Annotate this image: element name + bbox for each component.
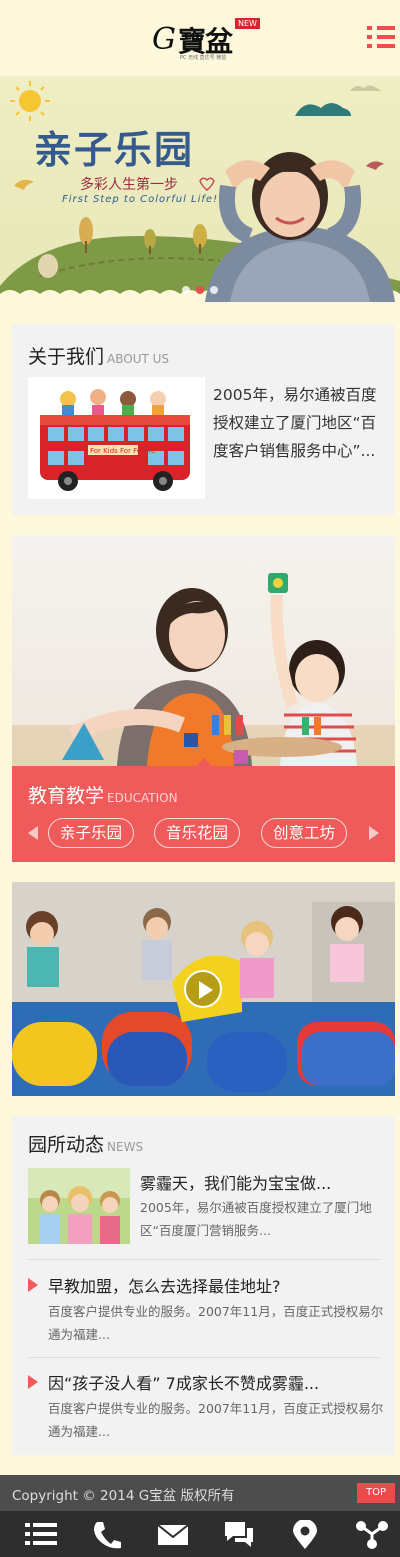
play-icon[interactable]	[184, 970, 222, 1008]
nav-location[interactable]	[272, 1511, 338, 1557]
arrow-left-icon[interactable]	[28, 826, 38, 840]
nav-list[interactable]	[8, 1511, 74, 1557]
children-photo	[28, 1168, 130, 1244]
teacher-child-photo	[12, 573, 395, 766]
slider-dot[interactable]	[182, 286, 190, 294]
nav-phone[interactable]	[74, 1511, 140, 1557]
logo-subtitle: PC 无线 直达号 微信	[180, 55, 227, 61]
edu-notch	[195, 758, 213, 767]
bus-text: For Kids For Future	[90, 447, 155, 455]
slider-dot[interactable]	[210, 286, 218, 294]
slider-dots	[182, 279, 224, 298]
chat-icon	[225, 1522, 253, 1547]
bullet-triangle-icon	[28, 1375, 38, 1389]
about-image[interactable]: For Kids For Future	[28, 377, 205, 499]
news-item-text[interactable]: 百度客户提供专业的服务。2007年11月，百度正式授权易尔通为福建...	[48, 1397, 388, 1443]
news-thumbnail[interactable]	[28, 1168, 130, 1244]
nav-share[interactable]	[338, 1511, 400, 1557]
bus-illustration: For Kids For Future	[40, 389, 190, 491]
logo-g: G	[152, 22, 176, 57]
sun-icon	[10, 81, 50, 121]
copyright: Copyright © 2014 G宝盆 版权所有	[12, 1488, 235, 1504]
education-photo[interactable]	[12, 535, 395, 766]
education-tabs: 亲子乐园 音乐花园 创意工坊	[12, 818, 395, 848]
phone-icon	[94, 1522, 121, 1549]
about-section: 关于我们 ABOUT US For Kids For Future 2005年，易…	[12, 324, 395, 515]
location-pin-icon	[293, 1520, 317, 1549]
news-first-text[interactable]: 2005年，易尔通被百度授权建立了厦门地区“百度厦门营销服务...	[140, 1196, 386, 1242]
news-section: 园所动态 NEWS 雾霾天，我们能为宝宝做... 2005年，易尔通被百度授权建立…	[12, 1116, 395, 1455]
list-icon	[25, 1523, 57, 1545]
footer: Copyright © 2014 G宝盆 版权所有 TOP	[0, 1475, 400, 1511]
divider	[28, 1357, 380, 1358]
tab-parent-child[interactable]: 亲子乐园	[48, 818, 135, 848]
slider-dot-active[interactable]	[196, 286, 204, 294]
education-section: 教育教学 EDUCATION 亲子乐园 音乐花园 创意工坊	[12, 535, 395, 862]
tab-creative-workshop[interactable]: 创意工坊	[261, 818, 348, 848]
bullet-triangle-icon	[28, 1278, 38, 1292]
girl-photo	[205, 152, 395, 302]
about-text[interactable]: 2005年，易尔通被百度授权建立了厦门地区“百度客户销售服务中心”...	[213, 381, 383, 465]
education-title[interactable]: 教育教学 EDUCATION	[28, 781, 178, 808]
banner-title: 亲子乐园	[34, 127, 195, 172]
bottom-nav	[0, 1511, 400, 1557]
tab-music-garden[interactable]: 音乐花园	[154, 818, 241, 848]
nav-chat[interactable]	[206, 1511, 272, 1557]
arrow-right-icon[interactable]	[369, 826, 379, 840]
video-section[interactable]	[12, 882, 395, 1096]
logo[interactable]: G 寶盆 NEW PC 无线 直达号 微信	[150, 14, 260, 64]
education-title-en: EDUCATION	[107, 791, 178, 805]
about-title[interactable]: 关于我们 ABOUT US	[28, 342, 169, 369]
share-icon	[356, 1521, 388, 1549]
banner-subtitle: 多彩人生第一步	[80, 177, 178, 193]
news-title[interactable]: 园所动态 NEWS	[28, 1130, 143, 1157]
header: G 寶盆 NEW PC 无线 直达号 微信	[0, 0, 400, 76]
nav-mail[interactable]	[140, 1511, 206, 1557]
banner-slider[interactable]: 亲子乐园 多彩人生第一步 First Step to Colorful Life…	[0, 76, 400, 302]
news-first-title[interactable]: 雾霾天，我们能为宝宝做...	[140, 1170, 331, 1194]
mail-icon	[157, 1524, 189, 1545]
banner-illustration	[0, 81, 400, 302]
news-item-title[interactable]: 因“孩子没人看” 7成家长不赞成雾霾...	[48, 1370, 319, 1394]
logo-new-badge: NEW	[235, 18, 260, 29]
news-title-en: NEWS	[107, 1140, 144, 1154]
about-title-en: ABOUT US	[107, 352, 170, 366]
banner-subtitle-en: First Step to Colorful Life!	[62, 194, 219, 205]
back-to-top-button[interactable]: TOP	[357, 1483, 395, 1503]
hamburger-menu-icon[interactable]	[367, 26, 395, 50]
news-item-title[interactable]: 早教加盟，怎么去选择最佳地址?	[48, 1273, 281, 1297]
news-item-text[interactable]: 百度客户提供专业的服务。2007年11月，百度正式授权易尔通为福建...	[48, 1300, 388, 1346]
divider	[28, 1259, 380, 1260]
